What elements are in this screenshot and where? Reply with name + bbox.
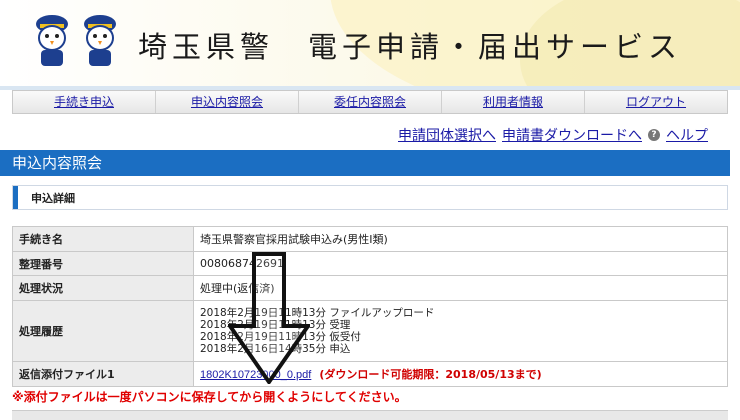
number-label: 整理番号 xyxy=(12,251,194,276)
group-select-link[interactable]: 申請団体選択へ xyxy=(398,125,496,145)
download-deadline: (ダウンロード可能期限：2018/05/13まで) xyxy=(319,368,542,381)
history-entry: 2018年2月19日11時13分 受理 xyxy=(200,319,351,331)
download-link[interactable]: 申請書ダウンロードへ xyxy=(502,125,642,145)
status-value: 処理中(返信済) xyxy=(193,275,728,301)
section-accent xyxy=(13,186,18,209)
procedure-label: 手続き名 xyxy=(12,226,194,252)
notice-text: ※添付ファイルは一度パソコンに保存してから開くようにしてください。 xyxy=(12,390,407,404)
nav-item-apply[interactable]: 手続き申込 xyxy=(13,91,156,113)
help-link[interactable]: ヘルプ xyxy=(666,125,708,145)
table-row: 処理履歴 2018年2月19日11時13分 ファイルアップロード 2018年2月… xyxy=(12,300,728,362)
file-download-link[interactable]: 1802K10723000_0.pdf xyxy=(200,369,311,381)
number-value: 008068742691 xyxy=(193,251,728,276)
nav-item-application-inquiry[interactable]: 申込内容照会 xyxy=(156,91,299,113)
history-list: 2018年2月19日11時13分 ファイルアップロード 2018年2月19日11… xyxy=(193,300,728,362)
table-row: 整理番号 008068742691 xyxy=(12,251,728,276)
status-label: 処理状況 xyxy=(12,275,194,301)
page-title: 申込内容照会 xyxy=(0,150,730,176)
table-row: 返信添付ファイル1 1802K10723000_0.pdf (ダウンロード可能期限… xyxy=(12,361,728,387)
nav-item-logout[interactable]: ログアウト xyxy=(585,91,727,113)
main-nav: 手続き申込 申込内容照会 委任内容照会 利用者情報 ログアウト xyxy=(12,90,728,114)
nav-item-delegation-inquiry[interactable]: 委任内容照会 xyxy=(299,91,442,113)
app-title: 埼玉県警 電子申請・届出サービス xyxy=(138,30,683,64)
file-cell: 1802K10723000_0.pdf (ダウンロード可能期限：2018/05/1… xyxy=(193,361,728,387)
history-entry: 2018年2月19日11時13分 ファイルアップロード xyxy=(200,307,435,319)
section-header: 申込詳細 xyxy=(12,185,728,210)
history-entry: 2018年2月16日14時35分 申込 xyxy=(200,343,351,355)
table-row: 手続き名 埼玉県警察官採用試験申込み(男性I類) xyxy=(12,226,728,252)
history-label: 処理履歴 xyxy=(12,300,194,362)
section-title: 申込詳細 xyxy=(31,192,75,205)
procedure-value: 埼玉県警察官採用試験申込み(男性I類) xyxy=(193,226,728,252)
header-banner: 埼玉県警 電子申請・届出サービス xyxy=(0,0,740,86)
mascot-icon xyxy=(84,15,116,66)
help-icon[interactable]: ? xyxy=(648,129,660,141)
file-label: 返信添付ファイル1 xyxy=(12,361,194,387)
nav-item-user-info[interactable]: 利用者情報 xyxy=(442,91,585,113)
detail-table: 手続き名 埼玉県警察官採用試験申込み(男性I類) 整理番号 0080687426… xyxy=(12,226,728,387)
sub-nav: 申請団体選択へ 申請書ダウンロードへ ? ヘルプ xyxy=(398,125,708,145)
history-entry: 2018年2月19日11時13分 仮受付 xyxy=(200,331,361,343)
mascot-icon xyxy=(36,15,68,66)
table-row: 処理状況 処理中(返信済) xyxy=(12,275,728,301)
